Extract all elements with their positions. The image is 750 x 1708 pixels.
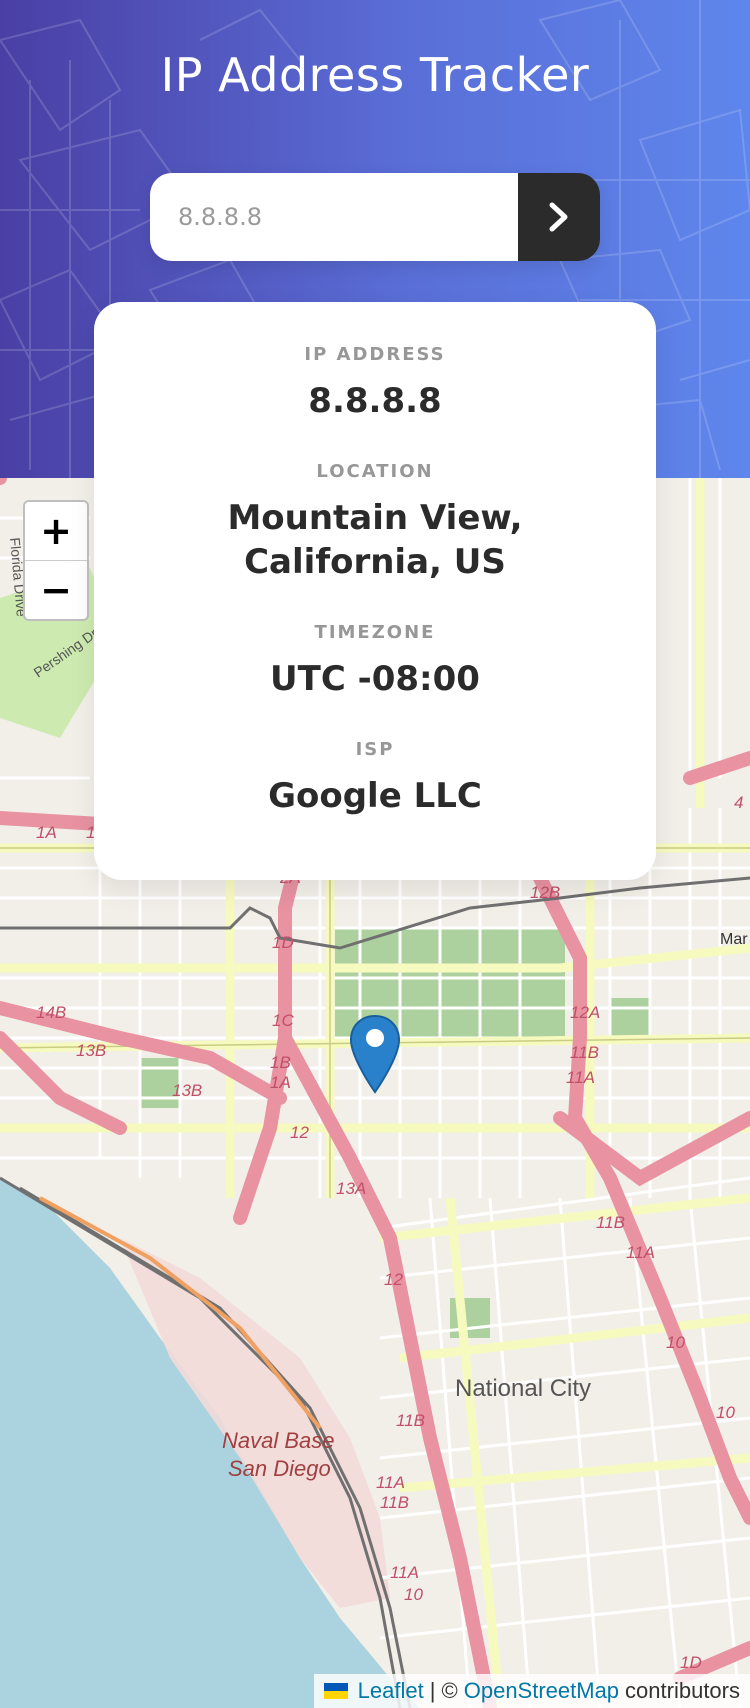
svg-text:11A: 11A bbox=[626, 1243, 655, 1262]
map-label-san-diego: San Diego bbox=[228, 1456, 331, 1481]
svg-text:1B: 1B bbox=[270, 1053, 291, 1072]
svg-text:11B: 11B bbox=[396, 1411, 425, 1430]
search-form bbox=[150, 173, 600, 261]
svg-text:10: 10 bbox=[716, 1403, 735, 1422]
svg-text:11A: 11A bbox=[566, 1068, 595, 1087]
svg-text:11B: 11B bbox=[570, 1043, 599, 1062]
svg-text:1A: 1A bbox=[36, 823, 57, 842]
zoom-in-button[interactable]: + bbox=[25, 502, 87, 560]
svg-text:12: 12 bbox=[384, 1270, 403, 1289]
svg-text:1D: 1D bbox=[272, 933, 294, 952]
isp-value: Google LLC bbox=[268, 776, 482, 816]
attribution-contributors: contributors bbox=[625, 1678, 740, 1703]
map-label-mar: Mar bbox=[720, 931, 748, 948]
location-value: Mountain View, California, US bbox=[227, 498, 523, 582]
svg-text:12: 12 bbox=[290, 1123, 309, 1142]
timezone-value: UTC -08:00 bbox=[270, 659, 480, 699]
svg-text:13B: 13B bbox=[76, 1041, 106, 1060]
location-label: LOCATION bbox=[316, 461, 434, 482]
svg-text:4: 4 bbox=[734, 793, 743, 812]
svg-text:10: 10 bbox=[666, 1333, 685, 1352]
ip-address-label: IP ADDRESS bbox=[304, 344, 446, 365]
svg-text:10: 10 bbox=[404, 1585, 423, 1604]
zoom-out-button[interactable]: − bbox=[25, 560, 87, 619]
svg-text:1C: 1C bbox=[272, 1011, 294, 1030]
timezone-block: TIMEZONE UTC -08:00 bbox=[94, 622, 656, 701]
ip-info-card: IP ADDRESS 8.8.8.8 LOCATION Mountain Vie… bbox=[94, 302, 656, 880]
ukraine-flag-icon bbox=[323, 1683, 348, 1699]
svg-text:12A: 12A bbox=[570, 1003, 600, 1022]
zoom-control: + − bbox=[23, 500, 89, 621]
isp-label: ISP bbox=[355, 739, 395, 760]
location-block: LOCATION Mountain View, California, US bbox=[94, 461, 656, 584]
svg-text:1D: 1D bbox=[680, 1653, 702, 1672]
ip-address-value: 8.8.8.8 bbox=[308, 381, 442, 421]
svg-text:11B: 11B bbox=[596, 1213, 625, 1232]
svg-text:11A: 11A bbox=[376, 1473, 405, 1492]
svg-text:12B: 12B bbox=[530, 883, 560, 902]
map-label-naval-base: Naval Base bbox=[222, 1428, 335, 1453]
page-title: IP Address Tracker bbox=[160, 48, 590, 102]
leaflet-link[interactable]: Leaflet bbox=[358, 1678, 424, 1704]
timezone-label: TIMEZONE bbox=[314, 622, 436, 643]
isp-block: ISP Google LLC bbox=[94, 739, 656, 818]
svg-text:11B: 11B bbox=[380, 1493, 409, 1512]
svg-text:14B: 14B bbox=[36, 1003, 66, 1022]
attribution-separator: | © bbox=[429, 1678, 458, 1703]
svg-text:13B: 13B bbox=[172, 1081, 202, 1100]
ip-address-block: IP ADDRESS 8.8.8.8 bbox=[94, 344, 656, 423]
ip-search-input[interactable] bbox=[150, 173, 518, 261]
svg-text:1A: 1A bbox=[270, 1073, 291, 1092]
svg-text:13A: 13A bbox=[336, 1179, 366, 1198]
search-submit-button[interactable] bbox=[518, 173, 600, 261]
chevron-right-icon bbox=[549, 202, 568, 232]
location-marker-icon[interactable] bbox=[349, 1014, 401, 1094]
map-label-national-city: National City bbox=[455, 1375, 591, 1402]
svg-text:11A: 11A bbox=[390, 1563, 419, 1582]
map-attribution: Leaflet | © OpenStreetMap contributors bbox=[313, 1674, 750, 1708]
openstreetmap-link[interactable]: OpenStreetMap bbox=[464, 1678, 619, 1704]
